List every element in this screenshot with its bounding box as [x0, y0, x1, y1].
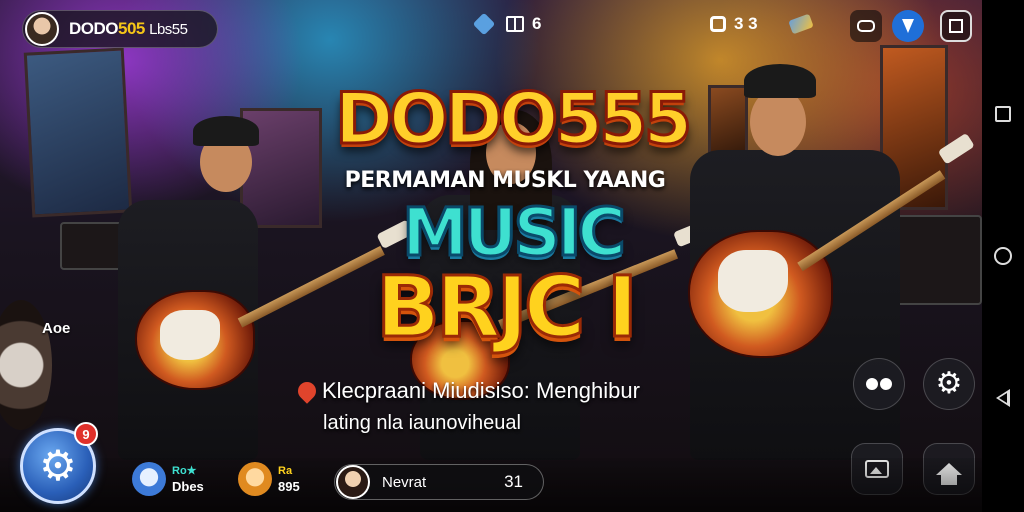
settings-button[interactable]: ⚙ [923, 358, 975, 410]
notification-badge: 9 [74, 422, 98, 446]
location-pin-icon [294, 378, 320, 404]
tagline-text: Klecpraani Miudisiso: Menghibur [322, 378, 640, 403]
diamond-icon [472, 12, 496, 36]
ticket-icon [788, 13, 814, 35]
view-mode-button[interactable] [853, 358, 905, 410]
frame-icon [949, 19, 963, 33]
system-nav-bar [982, 0, 1024, 512]
player-avatar[interactable] [25, 12, 59, 46]
side-label: Aoe [42, 320, 71, 337]
gamepad-icon [857, 20, 875, 32]
gift-icon [506, 16, 524, 32]
tagline-subtext: lating nla iaunoviheual [323, 412, 521, 434]
tagline: Klecpraani Miudisiso: Menghibur [294, 378, 640, 404]
boost-button[interactable] [892, 10, 924, 42]
chat-name: Nevrat [382, 473, 427, 491]
chat-pill[interactable]: Nevrat 31 [334, 464, 544, 500]
player-name: DODO505 Lbs55 [69, 19, 188, 38]
gift-count: 6 [532, 14, 542, 33]
player-profile-pill[interactable]: DODO505 Lbs55 [22, 10, 218, 48]
fullscreen-button[interactable] [940, 10, 972, 42]
recents-button[interactable] [992, 103, 1014, 125]
game-subtitle: PERMAMAN MUSKL YAANG [344, 168, 666, 193]
friend-item[interactable]: Ra 895 [238, 462, 300, 496]
chat-avatar[interactable] [336, 465, 370, 499]
game-stage: DODO505 Lbs55 6 3 3 DODO555 PERMAMAN MUS… [0, 0, 982, 512]
ring-counter[interactable]: 3 3 [710, 12, 758, 36]
back-icon [996, 389, 1010, 407]
friend-info: Ra 895 [278, 465, 300, 494]
ring-icon [710, 16, 726, 32]
chat-count: 31 [504, 472, 523, 491]
games-button[interactable] [850, 10, 882, 42]
home-circle-icon [994, 247, 1012, 265]
brand-title: BRJC I [374, 257, 639, 358]
friend-info: Ro★ Dbes [172, 465, 204, 494]
gift-counter[interactable]: 6 [506, 12, 541, 36]
ring-count: 3 3 [734, 14, 758, 33]
nav-home-button[interactable] [992, 245, 1014, 267]
diamond-currency[interactable] [472, 12, 496, 36]
recents-icon [995, 106, 1011, 122]
gear-icon: ⚙ [935, 367, 963, 400]
back-button[interactable] [992, 387, 1014, 409]
band-poster-left [23, 47, 133, 218]
friend-avatar[interactable] [132, 462, 166, 496]
friend-item[interactable]: Ro★ Dbes [132, 462, 204, 496]
ticket-button[interactable] [788, 12, 814, 36]
gear-icon: ⚙ [39, 442, 77, 489]
game-title: DODO555 [334, 77, 694, 162]
lightning-icon [902, 19, 914, 33]
friend-avatar[interactable] [238, 462, 272, 496]
amplifier-right [890, 215, 982, 305]
glasses-icon [866, 378, 892, 390]
